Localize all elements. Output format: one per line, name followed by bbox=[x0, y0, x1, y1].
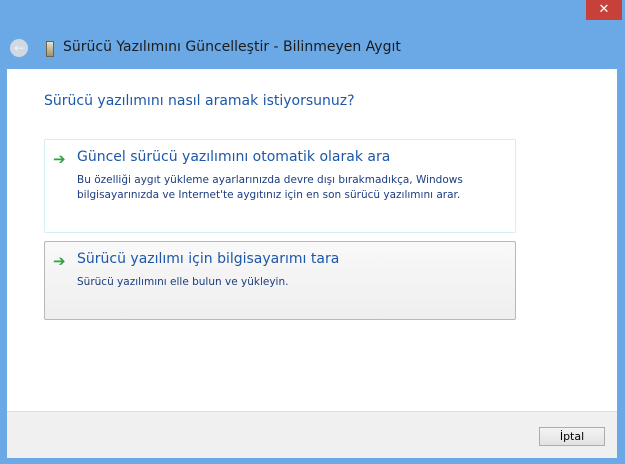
wizard-content: Sürücü yazılımını nasıl aramak istiyorsu… bbox=[7, 69, 617, 411]
green-arrow-icon: ➔ bbox=[53, 252, 66, 270]
wizard-footer: İptal bbox=[7, 411, 617, 458]
wizard-header: ← Sürücü Yazılımını Güncelleştir - Bilin… bbox=[0, 30, 625, 68]
close-icon: ✕ bbox=[598, 2, 610, 17]
back-button[interactable]: ← bbox=[10, 39, 28, 57]
question-heading: Sürücü yazılımını nasıl aramak istiyorsu… bbox=[44, 93, 355, 109]
option-title: Sürücü yazılımı için bilgisayarımı tara bbox=[77, 251, 340, 267]
option-search-automatically[interactable]: ➔ Güncel sürücü yazılımını otomatik olar… bbox=[44, 139, 516, 233]
device-icon bbox=[46, 41, 54, 57]
option-title: Güncel sürücü yazılımını otomatik olarak… bbox=[77, 149, 391, 165]
option-description: Sürücü yazılımını elle bulun ve yükleyin… bbox=[77, 276, 289, 288]
option-browse-computer[interactable]: ➔ Sürücü yazılımı için bilgisayarımı tar… bbox=[44, 241, 516, 320]
option-description: Bu özelliği aygıt yükleme ayarlarınızda … bbox=[77, 174, 463, 201]
green-arrow-icon: ➔ bbox=[53, 150, 66, 168]
cancel-button[interactable]: İptal bbox=[539, 427, 605, 446]
back-arrow-icon: ← bbox=[13, 41, 25, 55]
wizard-title: Sürücü Yazılımını Güncelleştir - Bilinme… bbox=[63, 39, 401, 55]
close-button[interactable]: ✕ bbox=[586, 0, 622, 20]
wizard-window: ✕ ← Sürücü Yazılımını Güncelleştir - Bil… bbox=[0, 0, 625, 464]
